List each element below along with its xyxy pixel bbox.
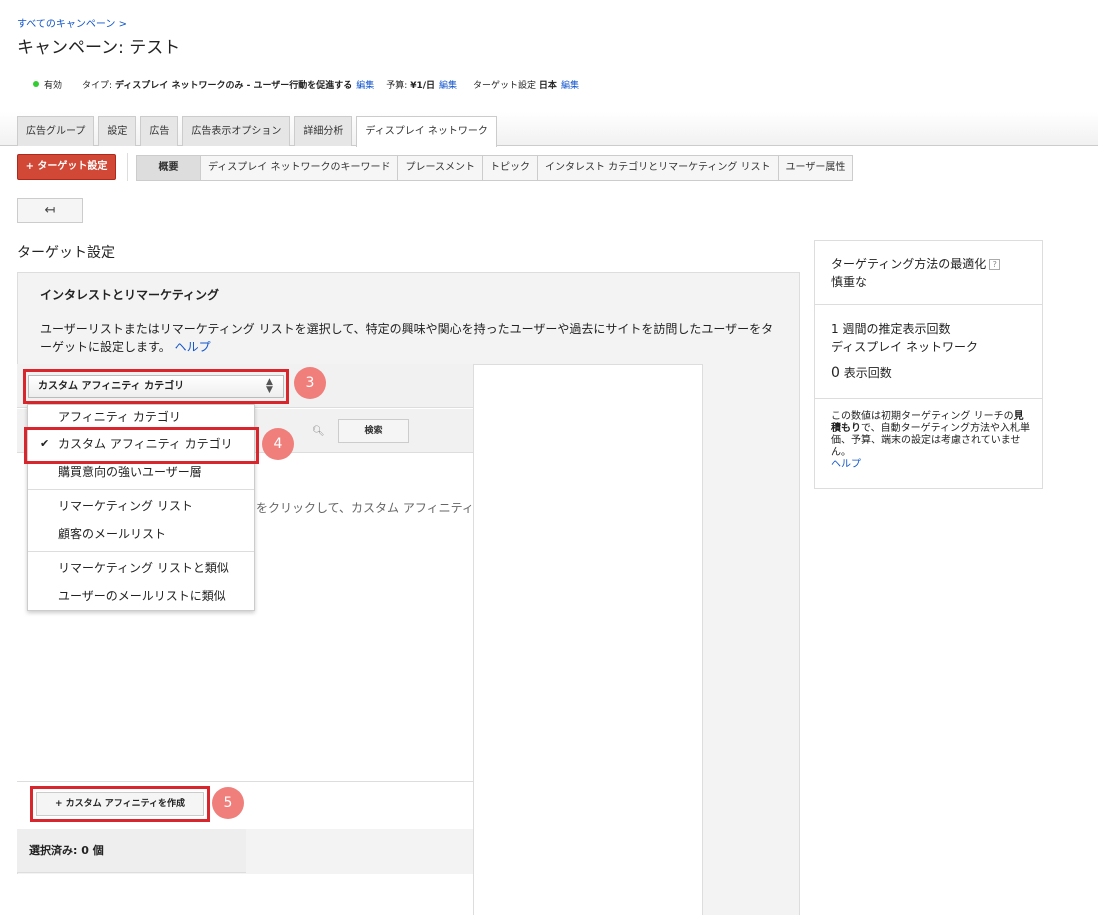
dropdown-divider: [28, 489, 254, 490]
impressions-label: 表示回数: [843, 366, 892, 380]
budget-value: ¥1/日: [410, 81, 436, 91]
add-targeting-button[interactable]: + ターゲット設定: [17, 154, 116, 180]
subtab-demographics[interactable]: ユーザー属性: [778, 156, 853, 180]
dropdown-item-affinity[interactable]: アフィニティ カテゴリ: [28, 405, 254, 429]
target-label: ターゲット設定: [473, 81, 537, 91]
panel-help-link[interactable]: ヘルプ: [175, 340, 211, 354]
selected-targets-box: [473, 364, 703, 915]
subtab-keywords[interactable]: ディスプレイ ネットワークのキーワード: [201, 156, 399, 180]
weekly-network: ディスプレイ ネットワーク: [831, 340, 978, 354]
tab-ads[interactable]: 広告: [140, 116, 179, 146]
empty-hint-text: をクリックして、カスタム アフィニティ: [256, 501, 474, 515]
display-subtabs: 概要 ディスプレイ ネットワークのキーワード プレースメント トピック インタレ…: [136, 155, 854, 181]
campaign-tabs: 広告グループ 設定 広告 広告表示オプション 詳細分析 ディスプレイ ネットワー…: [17, 116, 501, 147]
target-edit-link[interactable]: 編集: [561, 78, 579, 91]
search-button[interactable]: 検索: [338, 419, 409, 443]
highlight-frame-select: [23, 369, 289, 404]
status-dot-icon: [33, 80, 39, 87]
subtab-summary[interactable]: 概要: [137, 156, 201, 180]
campaign-status-row: 有効 タイプ: ディスプレイ ネットワークのみ - ユーザー行動を促進する 編集…: [33, 78, 579, 91]
panel-heading: インタレストとリマーケティング: [40, 288, 220, 302]
dropdown-item-customer-email[interactable]: 顧客のメールリスト: [28, 522, 254, 546]
panel-description-text: ユーザーリストまたはリマーケティング リストを選択して、特定の興味や関心を持った…: [40, 322, 774, 354]
toolbar-divider: [127, 153, 128, 181]
optimization-value: 慎重な: [831, 275, 868, 289]
side-divider: [815, 398, 1042, 399]
back-button[interactable]: ↤: [17, 198, 83, 223]
optimization-title-text: ターゲティング方法の最適化: [831, 257, 987, 271]
impressions-count: 0 表示回数: [831, 364, 892, 382]
highlight-frame-custom-affinity: [24, 427, 259, 464]
tab-dimensions[interactable]: 詳細分析: [294, 116, 353, 146]
type-edit-link[interactable]: 編集: [356, 78, 374, 91]
subtab-placements[interactable]: プレースメント: [398, 156, 483, 180]
optimization-title: ターゲティング方法の最適化?: [831, 255, 1001, 273]
tab-ad-groups[interactable]: 広告グループ: [17, 116, 95, 146]
tab-settings[interactable]: 設定: [98, 116, 137, 146]
step-badge-5: 5: [212, 787, 244, 819]
type-label: タイプ:: [82, 81, 113, 91]
dropdown-item-similar-email[interactable]: ユーザーのメールリストに類似: [28, 584, 254, 608]
impressions-value: 0: [831, 365, 840, 381]
help-question-icon[interactable]: ?: [989, 259, 1001, 270]
note-text-2: で、自動ターゲティング方法や入札単価、予算、端末の設定は考慮されていません。: [831, 423, 1030, 458]
selected-list-area: [17, 874, 473, 915]
subtab-interests-remarketing[interactable]: インタレスト カテゴリとリマーケティング リスト: [537, 156, 779, 180]
search-icon: 🔍︎: [312, 426, 325, 437]
back-arrow-icon: ↤: [44, 203, 56, 218]
target-value: 日本: [538, 81, 557, 91]
tab-display-network[interactable]: ディスプレイ ネットワーク: [356, 116, 497, 147]
selected-count: 選択済み: 0 個: [17, 829, 246, 873]
section-title: ターゲット設定: [17, 245, 115, 261]
panel-description: ユーザーリストまたはリマーケティング リストを選択して、特定の興味や関心を持った…: [40, 320, 775, 356]
page-title: キャンペーン: テスト: [17, 38, 181, 58]
step-badge-4: 4: [262, 428, 294, 460]
budget-label: 予算:: [386, 81, 408, 91]
weekly-impressions-title: 1 週間の推定表示回数: [831, 322, 951, 336]
note-text-1: この数値は初期ターゲティング リーチの: [831, 411, 1014, 422]
status-state: 有効: [44, 81, 63, 91]
highlight-frame-create: [30, 786, 210, 822]
dropdown-divider: [28, 551, 254, 552]
estimate-note: この数値は初期ターゲティング リーチの見積もりで、自動ターゲティング方法や入札単…: [831, 411, 1031, 471]
budget-edit-link[interactable]: 編集: [439, 78, 457, 91]
tab-ad-extensions[interactable]: 広告表示オプション: [182, 116, 291, 146]
dropdown-item-remarketing[interactable]: リマーケティング リスト: [28, 494, 254, 518]
subtab-topics[interactable]: トピック: [482, 156, 538, 180]
type-value: ディスプレイ ネットワークのみ - ユーザー行動を促進する: [114, 81, 353, 91]
side-help-link[interactable]: ヘルプ: [831, 459, 861, 470]
side-divider: [815, 304, 1042, 305]
dropdown-item-similar-remarketing[interactable]: リマーケティング リストと類似: [28, 556, 254, 580]
breadcrumb[interactable]: すべてのキャンペーン >: [17, 15, 127, 30]
step-badge-3: 3: [294, 367, 326, 399]
